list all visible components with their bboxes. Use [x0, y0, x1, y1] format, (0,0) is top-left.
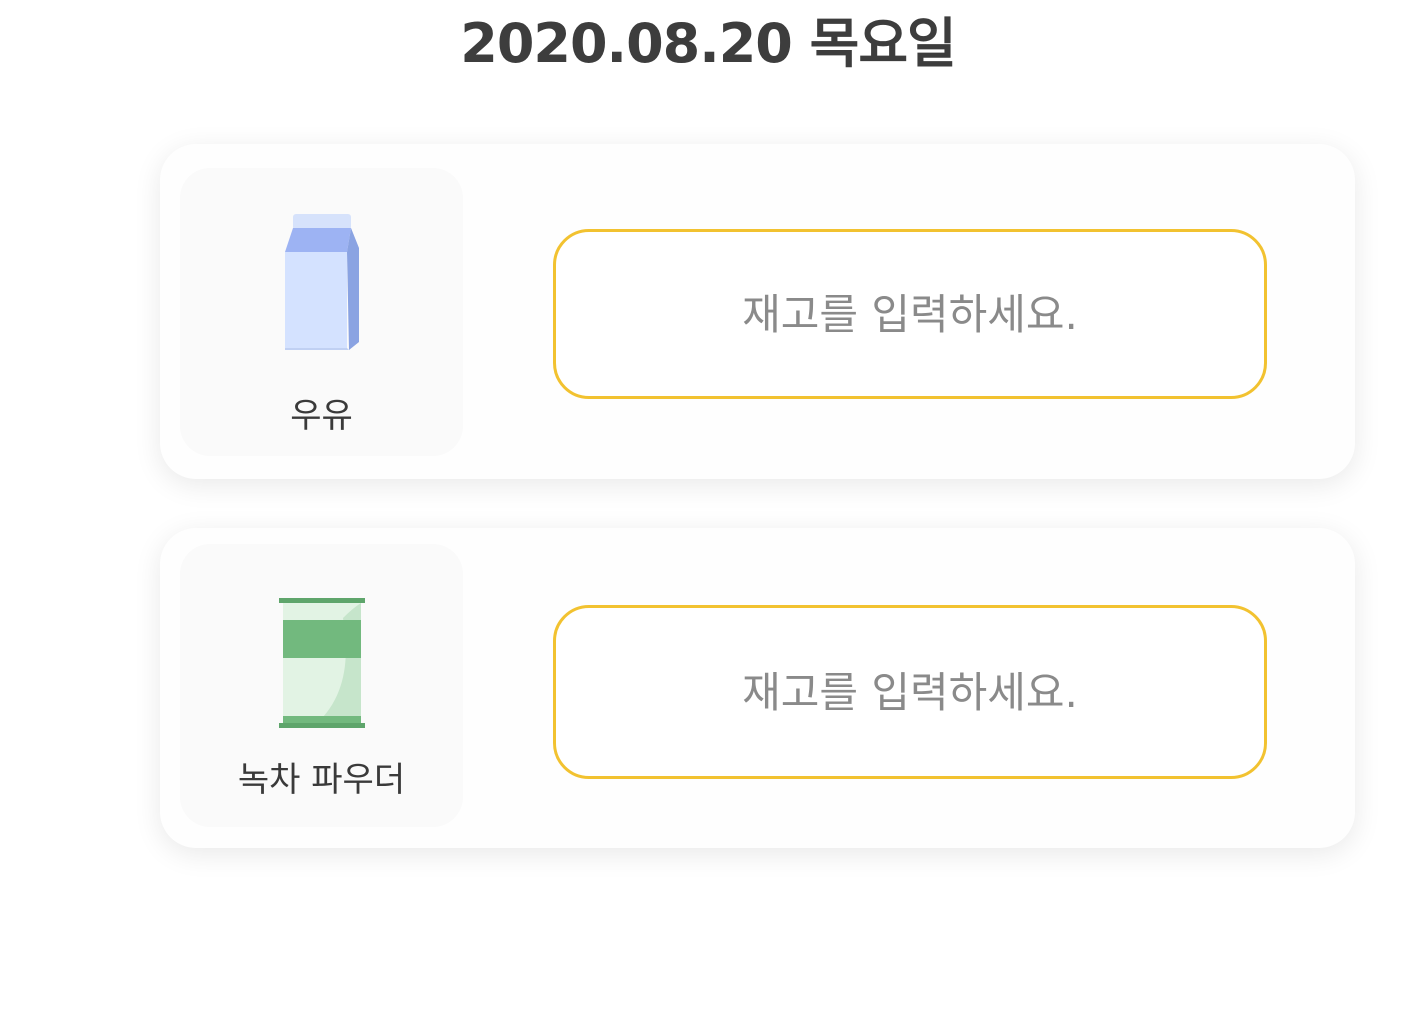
- milk-carton-icon: [284, 214, 359, 350]
- inventory-card-green-tea-powder: 녹차 파우더: [160, 528, 1355, 848]
- stock-input-green-tea-powder[interactable]: [553, 605, 1267, 779]
- page-title-date: 2020.08.20 목요일: [460, 12, 956, 75]
- item-name-label: 녹차 파우더: [237, 760, 406, 800]
- item-name-label: 우유: [290, 396, 353, 436]
- item-tile-green-tea-powder: 녹차 파우더: [180, 544, 463, 827]
- item-tile-milk: 우유: [180, 168, 463, 456]
- inventory-card-milk: 우유: [160, 144, 1355, 479]
- stock-input-milk[interactable]: [553, 229, 1267, 399]
- inventory-page: 2020.08.20 목요일 우유 녹차 파우더: [0, 0, 1416, 1020]
- green-tea-powder-bag-icon: [278, 598, 365, 728]
